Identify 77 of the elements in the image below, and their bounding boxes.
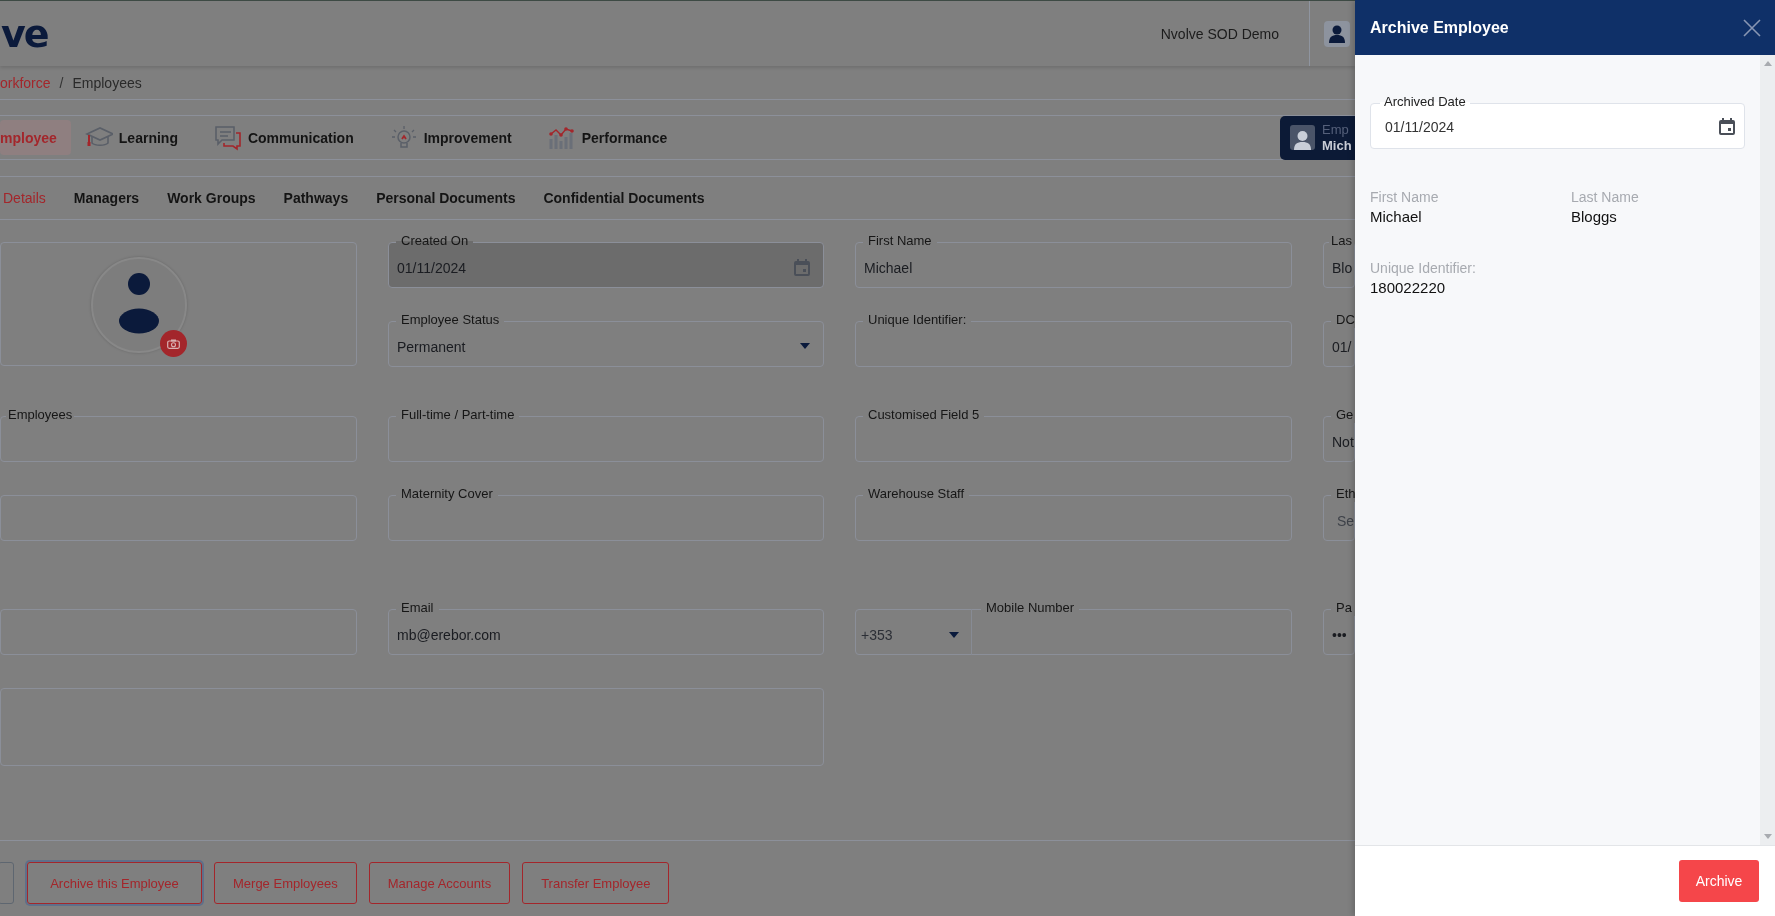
field-label: Pa [1331,600,1355,616]
drawer-title: Archive Employee [1370,18,1509,37]
lightbulb-icon [389,124,418,151]
input-field[interactable]: Las Blo [1323,233,1355,288]
field-value: Michael [863,260,913,276]
field-value: 01/11/2024 [1384,119,1455,135]
field-label: Employees [6,407,75,423]
caret-icon[interactable] [949,632,959,638]
field-value: mb@erebor.com [396,627,501,643]
field-label: Las [1329,233,1354,249]
input-field[interactable]: Maternity Cover [388,486,824,541]
user-avatar[interactable] [1324,20,1350,47]
input-field[interactable]: Customised Field 5 [855,407,1292,462]
subtab[interactable]: Work Groups [167,190,256,206]
field-value: 01/ [1331,339,1352,355]
field-label: Eth [1331,486,1355,502]
chat-bubbles-icon [213,124,242,151]
detail-label: Last Name [1571,189,1640,205]
badge-caption: Emp [1322,121,1350,138]
person-icon [1294,130,1311,150]
field-value: Blo [1331,260,1353,276]
field-placeholder: Se [1336,513,1355,529]
module-tab[interactable]: Learning [84,120,192,155]
camera-icon [167,338,180,349]
input-field[interactable]: Unique Identifier: [855,312,1292,367]
scroll-up-icon[interactable] [1763,61,1772,66]
field-label: Ge [1331,407,1355,423]
input-field[interactable]: Email mb@erebor.com [388,600,824,655]
field-value: Permanent [396,339,466,355]
select-field[interactable]: Employee Status Permanent [388,312,824,367]
date-field[interactable]: Archived Date 01/11/2024 [1370,94,1745,149]
detail-label: First Name [1370,189,1440,205]
breadcrumb-separator: / [59,74,64,91]
breadcrumb-current: Employees [72,74,142,91]
input-field[interactable]: Ge Not [1323,407,1355,462]
close-icon [1743,18,1761,37]
input-field[interactable]: Pa ••• [1323,600,1355,655]
detail-value: Michael [1370,208,1423,225]
bar-chart-icon [547,124,576,151]
field-label: DC [1331,312,1355,328]
phone-field[interactable]: +353 Mobile Number [855,600,1292,655]
country-code[interactable]: +353 [861,627,893,643]
subtab[interactable]: Managers [73,190,140,206]
input-field[interactable]: DC 01/ [1323,312,1355,367]
subtab[interactable]: Personal Documents [376,190,516,206]
scrollbar[interactable] [1760,55,1775,845]
camera-button[interactable] [160,330,187,357]
close-button[interactable] [1743,18,1761,37]
module-tab[interactable]: Performance [547,120,682,155]
employee-name: Mich [1322,137,1352,154]
subtab[interactable]: Pathways [283,190,349,206]
detail-value: Bloggs [1571,208,1618,225]
field-label: Maternity Cover [396,486,498,502]
input-field[interactable]: Full-time / Part-time [388,407,824,462]
field-value: ••• [1331,627,1347,643]
module-tab[interactable]: Improvement [389,120,526,155]
action-button[interactable] [0,862,14,904]
field-value: Not [1331,434,1354,450]
field-label: Unique Identifier: [863,312,972,328]
field-label: Employee Status [396,312,505,328]
person-icon [1329,24,1345,43]
archive-button[interactable]: Archive [1679,860,1759,902]
input-field[interactable]: First Name Michael [855,233,1292,288]
input-field[interactable]: Eth Se [1323,486,1355,541]
subtab[interactable]: Confidential Documents [543,190,705,206]
detail-label: Unique Identifier: [1370,260,1477,276]
scroll-down-icon[interactable] [1763,834,1772,839]
logo[interactable]: ve [1,11,50,56]
account-name: Nvolve SOD Demo [1160,25,1279,42]
detail-value: 180022220 [1370,279,1447,296]
field-value: 01/11/2024 [396,260,467,276]
caret-icon[interactable] [800,343,810,349]
module-tab[interactable]: Communication [213,120,368,155]
text-area[interactable] [0,688,824,766]
input-field[interactable]: Employees [0,407,357,462]
input-field[interactable]: Warehouse Staff [855,486,1292,541]
calendar-icon[interactable] [1719,117,1735,135]
